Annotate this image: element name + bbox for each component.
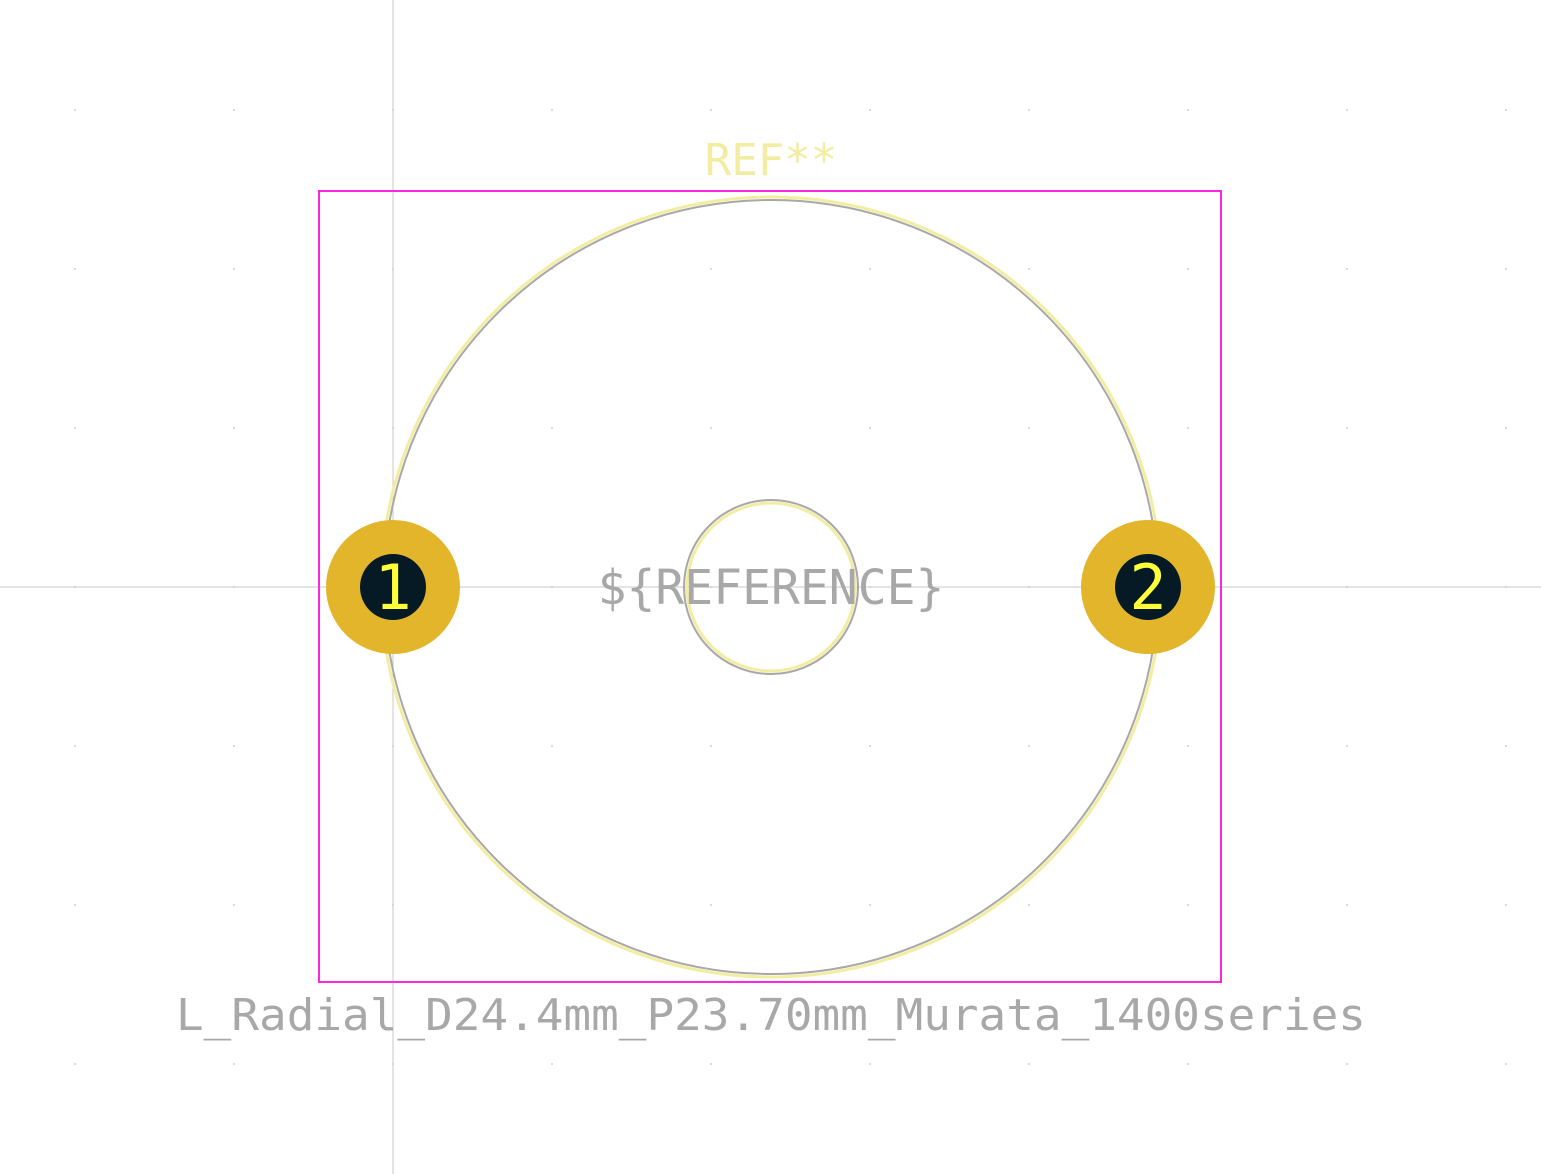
reference-designator-text[interactable]: REF** [705, 135, 837, 186]
grid-dot [1187, 745, 1189, 747]
grid-dot [1028, 745, 1030, 747]
footprint-value-text[interactable]: L_Radial_D24.4mm_P23.70mm_Murata_1400ser… [176, 990, 1366, 1041]
grid-dot [1505, 904, 1507, 906]
grid-dot [1505, 109, 1507, 111]
grid-dot [233, 427, 235, 429]
pad-1[interactable]: 1 [326, 520, 460, 654]
grid-dot [710, 1063, 712, 1065]
grid-dot [1028, 268, 1030, 270]
grid-dot [1187, 268, 1189, 270]
grid-dot [1346, 904, 1348, 906]
grid-dot [869, 109, 871, 111]
grid-dot [710, 268, 712, 270]
grid-dot [74, 109, 76, 111]
pad-2[interactable]: 2 [1081, 520, 1215, 654]
grid-dot [233, 745, 235, 747]
grid-dot [1346, 268, 1348, 270]
grid-dot [551, 1063, 553, 1065]
pad-1-number: 1 [374, 551, 411, 624]
grid-dot [1505, 268, 1507, 270]
grid-dot [1346, 745, 1348, 747]
grid-dot [1187, 904, 1189, 906]
footprint-canvas: ${REFERENCE} REF** L_Radial_D24.4mm_P23.… [0, 0, 1541, 1174]
grid-dot [1346, 109, 1348, 111]
grid-dot [869, 1063, 871, 1065]
grid-dot [869, 745, 871, 747]
grid-dot [1187, 427, 1189, 429]
grid-dot [233, 268, 235, 270]
grid-dot [1505, 1063, 1507, 1065]
grid-dot [233, 1063, 235, 1065]
grid-dot [74, 427, 76, 429]
grid-dot [710, 427, 712, 429]
grid-dot [74, 904, 76, 906]
grid-dot [1505, 427, 1507, 429]
pad-2-number: 2 [1129, 551, 1166, 624]
grid-dot [551, 109, 553, 111]
grid-dot [233, 904, 235, 906]
grid-dot [710, 745, 712, 747]
grid-dot [710, 904, 712, 906]
grid-dot [869, 268, 871, 270]
grid-dot [1187, 1063, 1189, 1065]
grid-dot [233, 109, 235, 111]
grid-dot [551, 427, 553, 429]
grid-dot [74, 1063, 76, 1065]
grid-dot [1028, 904, 1030, 906]
grid-dot [1028, 109, 1030, 111]
grid-dot [869, 427, 871, 429]
grid-dot [1028, 1063, 1030, 1065]
grid-dot [1346, 1063, 1348, 1065]
grid-dot [74, 745, 76, 747]
grid-dot [1346, 427, 1348, 429]
grid-dot [1505, 745, 1507, 747]
grid-dot [1028, 427, 1030, 429]
grid-dot [1187, 109, 1189, 111]
grid-dot [710, 109, 712, 111]
grid-dot [869, 904, 871, 906]
reference-field-text[interactable]: ${REFERENCE} [598, 560, 945, 616]
grid-dot [551, 745, 553, 747]
grid-dot [74, 268, 76, 270]
